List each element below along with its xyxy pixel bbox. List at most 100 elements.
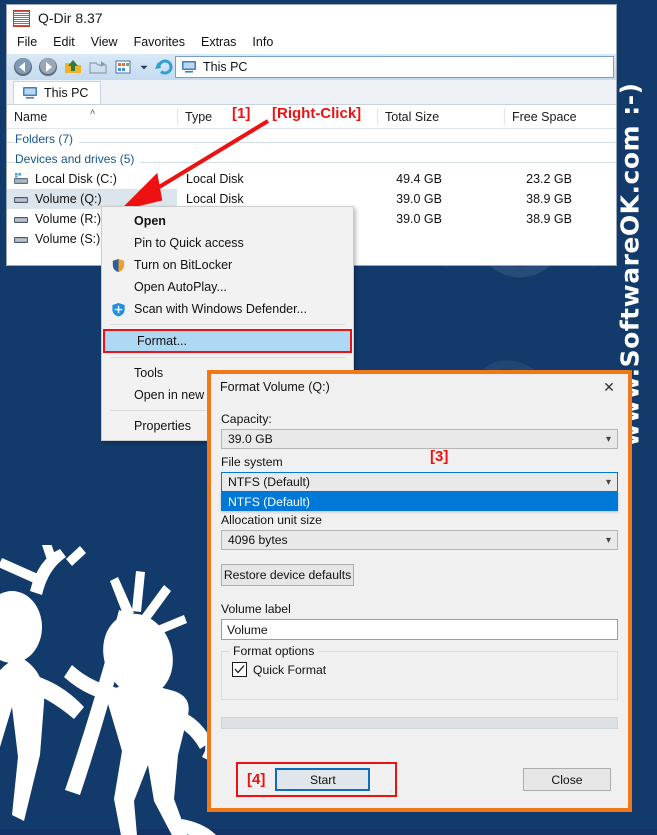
row-type-cell: Local Disk [186,172,244,186]
dialog-titlebar: Format Volume (Q:) ✕ [211,374,628,400]
address-text: This PC [203,60,248,74]
context-menu-separator [110,357,345,358]
restore-device-defaults-button[interactable]: Restore device defaults [221,564,354,586]
window-titlebar: Q-Dir 8.37 [7,5,616,31]
context-menu-item-label: Scan with Windows Defender... [134,302,307,316]
volume-label-label: Volume label [221,602,291,616]
annotation-step-1: [1] [232,105,251,122]
address-bar[interactable]: This PC [175,56,614,78]
format-progress-bar [221,717,618,729]
menu-file[interactable]: File [17,35,37,49]
dialog-footer: [4] Start Close [211,760,628,802]
context-menu-item-label: Properties [134,419,191,433]
menu-info[interactable]: Info [252,35,273,49]
file-system-label: File system [221,455,283,469]
window-title: Q-Dir 8.37 [38,10,103,26]
refresh-icon[interactable] [155,57,175,77]
chevron-down-icon: ▾ [605,476,611,488]
context-menu-item-label: Pin to Quick access [134,236,244,250]
row-free-space-cell: 38.9 GB [526,192,572,206]
quick-format-checkbox[interactable] [232,662,247,677]
table-row[interactable]: Local Disk (C:) Local Disk 49.4 GB 23.2 … [7,169,616,189]
row-name-label: Local Disk (C:) [35,172,117,186]
row-name-label: Volume (S:) [35,232,101,246]
start-button-highlight: [4] Start [236,762,397,797]
bitlocker-shield-icon [110,257,127,274]
context-menu-item-open[interactable]: Open [102,210,353,232]
menu-edit[interactable]: Edit [53,35,75,49]
menu-bar: File Edit View Favorites Extras Info [7,31,616,53]
context-menu-item-label: Open [134,214,166,228]
volume-label-input[interactable]: Volume [221,619,618,640]
row-free-space-cell: 38.9 GB [526,212,572,226]
context-menu-item-label: Open AutoPlay... [134,280,227,294]
tab-this-pc[interactable]: This PC [13,81,102,104]
drive-icon [14,237,28,243]
column-header-total-size[interactable]: Total Size [378,105,504,128]
file-system-option-ntfs[interactable]: NTFS (Default) [221,492,618,511]
qdir-grid-icon [13,9,30,27]
context-menu-item-label: Open in new [134,388,205,402]
forward-icon[interactable] [38,57,58,77]
menu-favorites[interactable]: Favorites [134,35,185,49]
blank-icon [110,279,127,296]
capacity-label: Capacity: [221,412,272,426]
drive-icon [14,217,28,223]
context-menu-separator [110,324,345,325]
quick-format-label: Quick Format [253,662,327,677]
blank-icon [110,235,127,252]
format-volume-dialog: Format Volume (Q:) ✕ Capacity: 39.0 GB ▾… [207,370,632,812]
context-menu-item-pin-quick-access[interactable]: Pin to Quick access [102,232,353,254]
menu-extras[interactable]: Extras [201,35,236,49]
blank-icon [110,213,127,230]
blank-icon [110,365,127,382]
context-menu-item-format[interactable]: Format... [103,329,352,353]
file-system-option-label: NTFS (Default) [228,494,310,509]
tab-label: This PC [44,85,89,100]
context-menu-item-turn-on-bitlocker[interactable]: Turn on BitLocker [102,254,353,276]
this-pc-icon [182,61,196,73]
context-menu-item-scan-windows-defender[interactable]: Scan with Windows Defender... [102,298,353,320]
row-name-cell[interactable]: Local Disk (C:) [7,169,177,189]
annotation-right-click: [Right-Click] [272,105,362,122]
column-header-free-space[interactable]: Free Space [505,105,618,128]
views-dropdown-icon[interactable] [138,57,150,77]
views-icon[interactable] [113,57,133,77]
format-options-group: Format options Quick Format [221,644,618,700]
context-menu-item-label: Turn on BitLocker [134,258,233,272]
blank-icon [113,333,130,350]
group-label: Devices and drives (5) [15,152,141,166]
menu-view[interactable]: View [91,35,118,49]
chevron-down-icon: ▾ [605,534,611,546]
context-menu-item-open-autoplay[interactable]: Open AutoPlay... [102,276,353,298]
windows-defender-icon [110,301,127,318]
row-total-size-cell: 49.4 GB [396,172,442,186]
back-icon[interactable] [13,57,33,77]
close-button[interactable]: Close [523,768,611,791]
start-button[interactable]: Start [275,768,371,791]
allocation-unit-size-select[interactable]: 4096 bytes ▾ [221,530,618,550]
this-pc-icon [23,86,37,99]
blank-icon [110,387,127,404]
blank-icon [110,418,127,435]
chevron-down-icon: ▾ [605,433,611,445]
capacity-select[interactable]: 39.0 GB ▾ [221,429,618,449]
sort-ascending-icon: ˄ [90,107,96,117]
quick-format-row[interactable]: Quick Format [232,662,607,677]
annotation-step-3: [3] [430,448,449,465]
group-header-devices[interactable]: Devices and drives (5) [7,149,616,169]
checkmark-icon [234,665,245,674]
close-icon[interactable]: ✕ [594,376,624,398]
group-label: Folders (7) [15,132,80,146]
group-header-folders[interactable]: Folders (7) [7,129,616,149]
row-name-label: Volume (Q:) [35,192,102,206]
dialog-body: Capacity: 39.0 GB ▾ File system NTFS (De… [211,400,628,729]
up-folder-icon[interactable] [63,57,83,77]
volume-label-value: Volume [227,622,268,637]
new-folder-icon[interactable] [88,57,108,77]
row-free-space-cell [467,229,572,249]
drive-icon [14,197,28,203]
row-name-label: Volume (R:) [35,212,101,226]
file-system-select[interactable]: NTFS (Default) ▾ [221,472,618,492]
allocation-unit-size-label: Allocation unit size [221,513,322,527]
